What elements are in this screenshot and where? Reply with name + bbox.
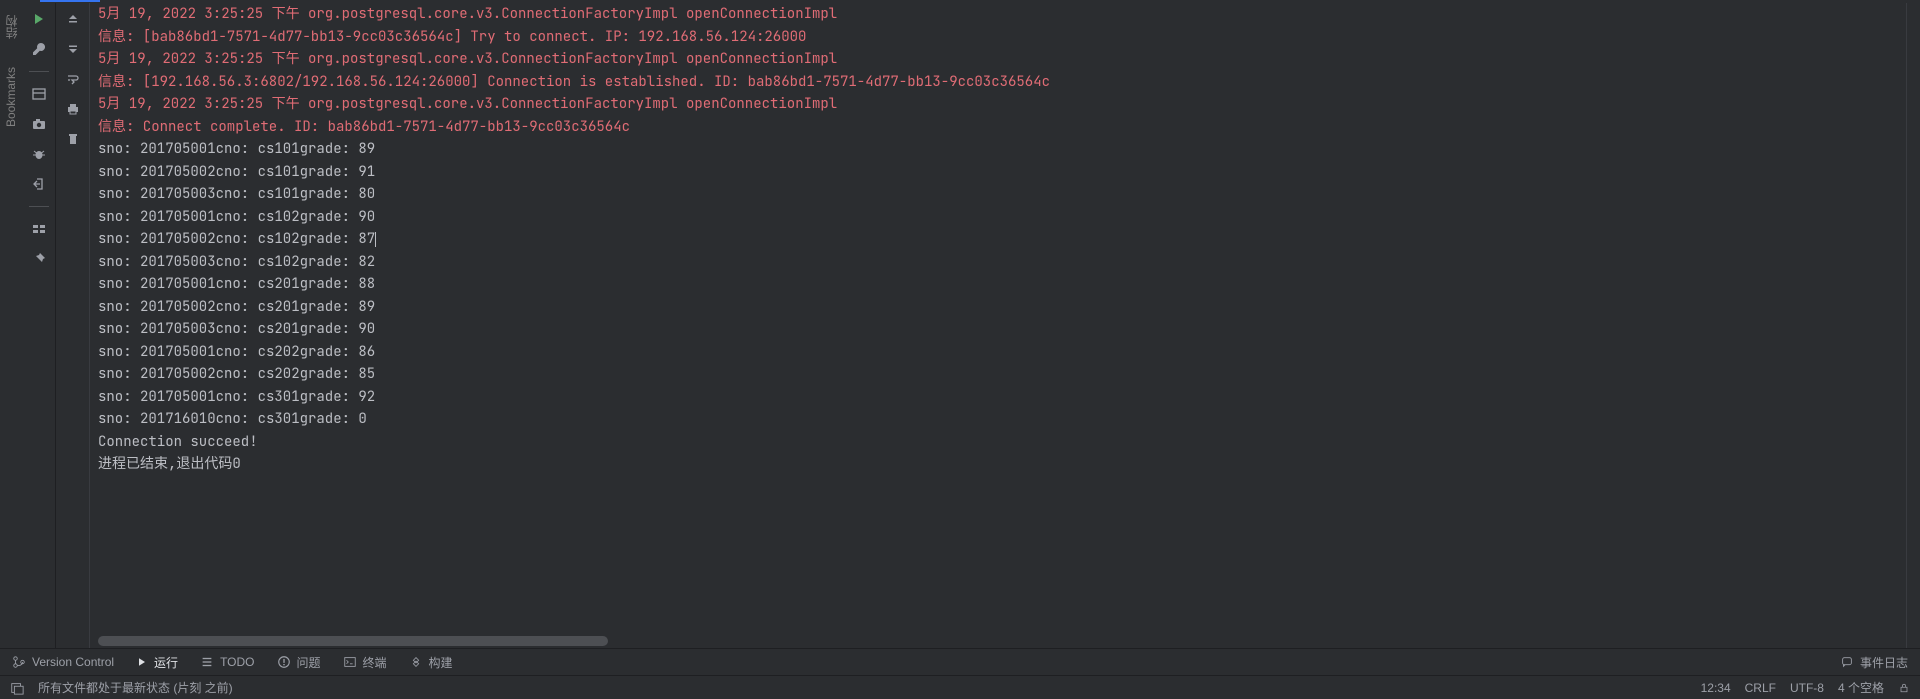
layout-icon[interactable] [31,86,47,102]
tab-build[interactable]: 构建 [409,654,453,671]
vcs-status-text[interactable]: 所有文件都处于最新状态 (片刻 之前) [38,679,233,696]
tab-label: 运行 [154,654,178,671]
wrench-icon[interactable] [31,41,47,57]
tab-label: 事件日志 [1860,654,1908,671]
vertical-scrollbar[interactable] [1906,3,1920,648]
tab-terminal[interactable]: 终端 [343,654,387,671]
horizontal-scrollbar[interactable] [98,636,608,646]
tab-version-control[interactable]: Version Control [12,655,114,669]
console-line: sno: 201705001cno: cs202grade: 86 [98,341,1898,364]
tab-label: 问题 [297,654,321,671]
console-line: sno: 201705003cno: cs201grade: 90 [98,318,1898,341]
console-line: 5月 19, 2022 3:25:25 下午 org.postgresql.co… [98,3,1898,26]
tab-run[interactable]: 运行 [136,654,178,671]
print-icon[interactable] [65,101,81,117]
tiles-icon[interactable] [31,221,47,237]
console-line: 信息: [bab86bd1-7571-4d77-bb13-9cc03c36564… [98,26,1898,49]
separator [29,71,49,72]
line-separator[interactable]: CRLF [1745,681,1776,695]
tab-todo[interactable]: TODO [200,655,254,669]
console-line: 信息: [192.168.56.3:6802/192.168.56.124:26… [98,71,1898,94]
scroll-up-icon[interactable] [65,11,81,27]
tab-event-log[interactable]: 事件日志 [1840,654,1908,671]
pin-icon[interactable] [31,251,47,267]
console-line: 5月 19, 2022 3:25:25 下午 org.postgresql.co… [98,93,1898,116]
indent-settings[interactable]: 4 个空格 [1838,679,1884,696]
console-line: sno: 201705002cno: cs201grade: 89 [98,296,1898,319]
scroll-down-icon[interactable] [65,41,81,57]
tab-problems[interactable]: 问题 [277,654,321,671]
bug-icon[interactable] [31,146,47,162]
soft-wrap-icon[interactable] [65,71,81,87]
left-tool-strip: 结构 Bookmarks [0,3,22,648]
clear-icon[interactable] [65,131,81,147]
console-line: sno: 201705002cno: cs101grade: 91 [98,161,1898,184]
structure-tool-tab[interactable]: 结构 [3,15,20,39]
console-line: sno: 201705001cno: cs201grade: 88 [98,273,1898,296]
console-line: sno: 201705003cno: cs102grade: 82 [98,251,1898,274]
console-line: 5月 19, 2022 3:25:25 下午 org.postgresql.co… [98,48,1898,71]
rerun-icon[interactable] [31,11,47,27]
bottom-tool-tabs: Version Control 运行 TODO 问题 终端 构建 事件日志 [0,648,1920,675]
run-toolbar-primary [22,3,56,648]
tab-label: Version Control [32,655,114,669]
cursor-position[interactable]: 12:34 [1701,681,1731,695]
file-encoding[interactable]: UTF-8 [1790,681,1824,695]
console-line: sno: 201705001cno: cs102grade: 90 [98,206,1898,229]
text-caret [375,232,376,247]
separator [29,206,49,207]
camera-icon[interactable] [31,116,47,132]
console-line: sno: 201705001cno: cs101grade: 89 [98,138,1898,161]
tab-label: TODO [220,655,254,669]
tab-label: 构建 [429,654,453,671]
vcs-status-icon[interactable] [10,681,24,695]
console-line: 信息: Connect complete. ID: bab86bd1-7571-… [98,116,1898,139]
console-output[interactable]: 5月 19, 2022 3:25:25 下午 org.postgresql.co… [90,3,1906,648]
exit-icon[interactable] [31,176,47,192]
console-line: Connection succeed! [98,431,1898,454]
console-line: sno: 201716010cno: cs301grade: 0 [98,408,1898,431]
status-bar: 所有文件都处于最新状态 (片刻 之前) 12:34 CRLF UTF-8 4 个… [0,675,1920,699]
console-line: sno: 201705003cno: cs101grade: 80 [98,183,1898,206]
run-toolbar-secondary [56,3,90,648]
console-line: 进程已结束,退出代码0 [98,453,1898,476]
console-line: sno: 201705001cno: cs301grade: 92 [98,386,1898,409]
tab-label: 终端 [363,654,387,671]
console-line: sno: 201705002cno: cs102grade: 87 [98,228,1898,251]
lock-icon[interactable] [1898,682,1910,694]
console-line: sno: 201705002cno: cs202grade: 85 [98,363,1898,386]
bookmarks-tool-tab[interactable]: Bookmarks [4,67,18,127]
